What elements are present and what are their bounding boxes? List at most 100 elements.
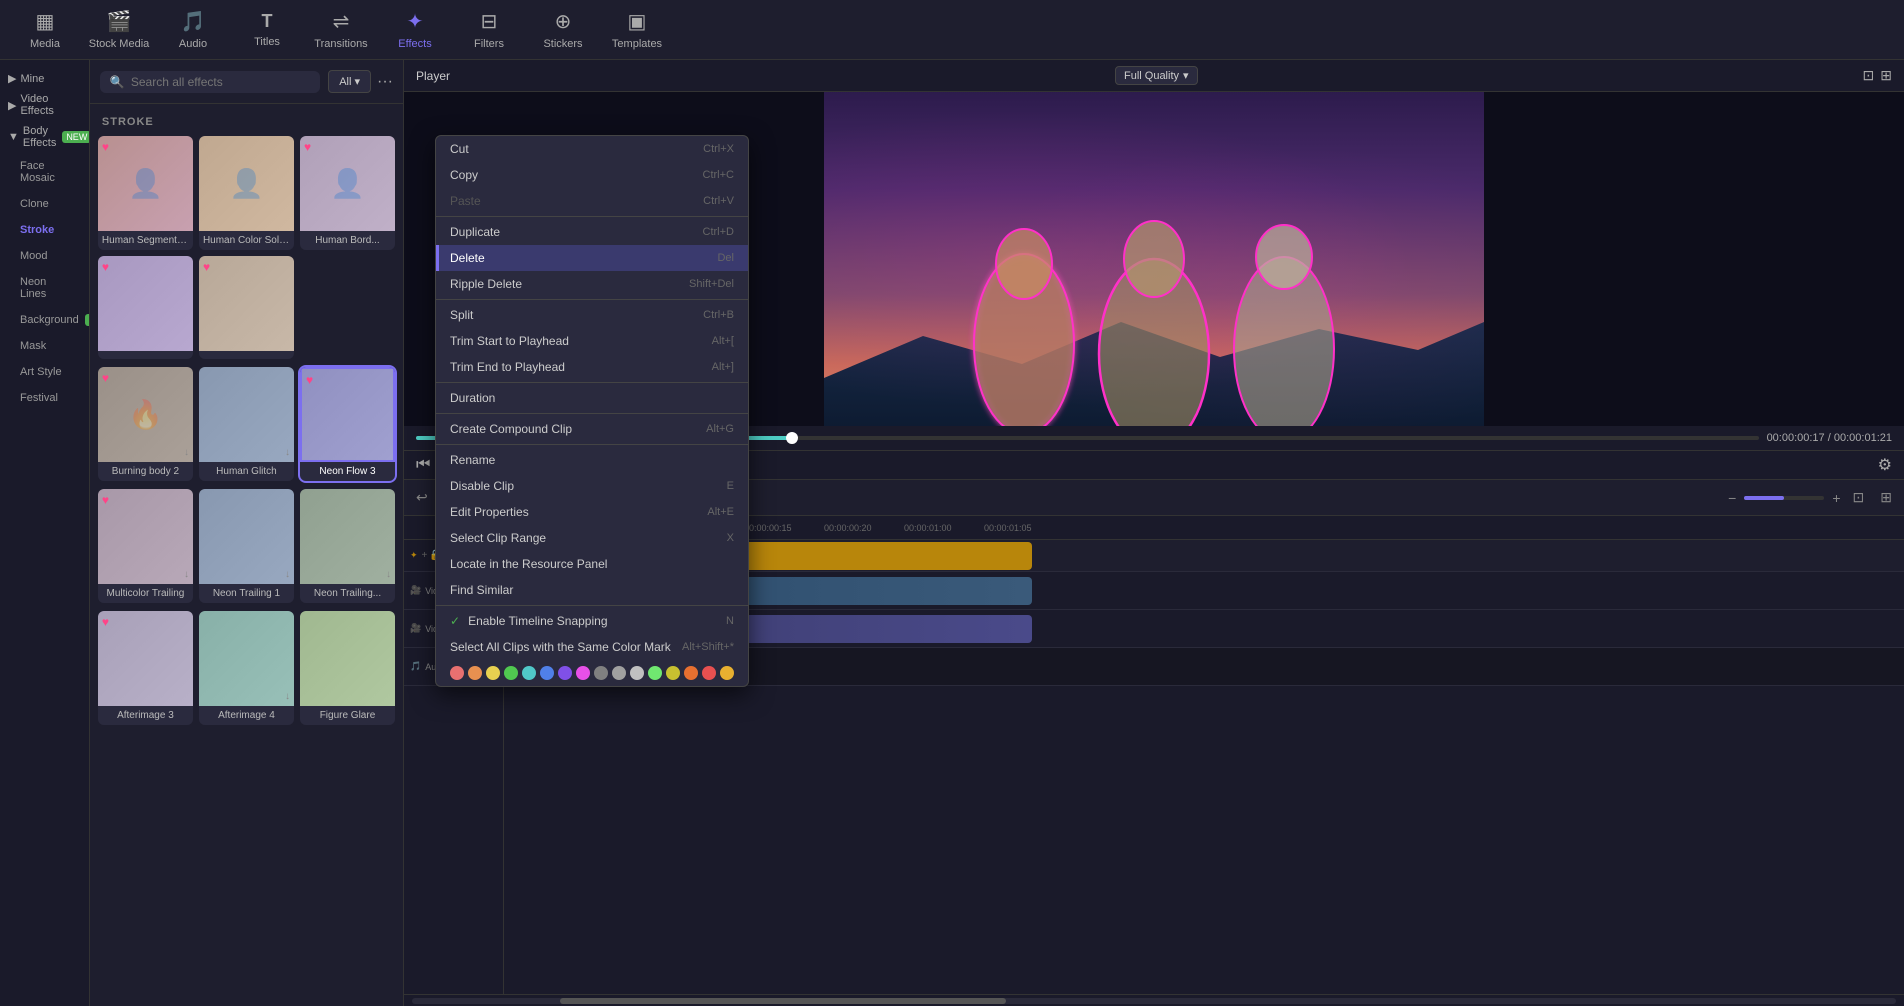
- section-stroke-label: STROKE: [98, 112, 395, 136]
- section-mine[interactable]: ▶ Mine: [0, 68, 89, 89]
- ctx-disable[interactable]: Disable Clip E: [436, 473, 748, 499]
- left-item-neon-lines[interactable]: Neon Lines: [4, 270, 85, 306]
- th-add-icon[interactable]: +: [422, 550, 428, 561]
- color-dot-gold[interactable]: [666, 666, 680, 680]
- ctx-duplicate[interactable]: Duplicate Ctrl+D: [436, 219, 748, 245]
- toolbar-transitions[interactable]: ⇌ Transitions: [306, 2, 376, 58]
- player-skip-back-btn[interactable]: ⏮: [416, 456, 430, 474]
- color-dot-magenta[interactable]: [576, 666, 590, 680]
- ctx-locate[interactable]: Locate in the Resource Panel: [436, 551, 748, 577]
- left-item-mask[interactable]: Mask: [4, 334, 85, 358]
- section-video-effects[interactable]: ▶ Video Effects: [0, 89, 89, 121]
- left-item-art-style[interactable]: Art Style: [4, 360, 85, 384]
- effect-card-neon-trailing-x[interactable]: ↓ Neon Trailing...: [300, 489, 395, 603]
- ctx-sep-5: [436, 444, 748, 445]
- effect-card-human-color[interactable]: 👤 Human Color Solution: [199, 136, 294, 250]
- effect-card-human-segmentation[interactable]: ♥ 👤 Human Segmentation: [98, 136, 193, 250]
- filter-all-button[interactable]: All ▾: [328, 70, 371, 93]
- toolbar-audio[interactable]: 🎵 Audio: [158, 2, 228, 58]
- tl-grid-btn[interactable]: ⊞: [1876, 487, 1896, 508]
- effect-heart-icon-4: ♥: [102, 260, 109, 274]
- tl-undo-btn[interactable]: ↩: [412, 487, 432, 508]
- effect-card-afterimage-4[interactable]: ↓ Afterimage 4: [199, 611, 294, 725]
- left-item-festival[interactable]: Festival: [4, 386, 85, 410]
- color-dot-gray2[interactable]: [612, 666, 626, 680]
- ctx-compound[interactable]: Create Compound Clip Alt+G: [436, 416, 748, 442]
- ctx-ripple-delete[interactable]: Ripple Delete Shift+Del: [436, 271, 748, 297]
- player-quality-dropdown[interactable]: Full Quality ▾: [1115, 66, 1198, 85]
- color-dot-blue[interactable]: [540, 666, 554, 680]
- ctx-split[interactable]: Split Ctrl+B: [436, 302, 748, 328]
- effect-card-afterimage-3[interactable]: ♥ Afterimage 3: [98, 611, 193, 725]
- left-item-background[interactable]: Background NEW: [4, 308, 85, 332]
- left-item-mood[interactable]: Mood: [4, 244, 85, 268]
- color-dot-pink[interactable]: [450, 666, 464, 680]
- ctx-cut[interactable]: Cut Ctrl+X: [436, 136, 748, 162]
- player-settings-btn[interactable]: ⚙: [1878, 455, 1892, 475]
- color-dot-red[interactable]: [702, 666, 716, 680]
- toolbar-filters[interactable]: ⊟ Filters: [454, 2, 524, 58]
- color-dot-gray3[interactable]: [630, 666, 644, 680]
- effect-card-neon-trailing-1[interactable]: ↓ Neon Trailing 1: [199, 489, 294, 603]
- toolbar-templates[interactable]: ▣ Templates: [602, 2, 672, 58]
- color-dot-gold2[interactable]: [720, 666, 734, 680]
- scrubber-handle[interactable]: [786, 432, 798, 444]
- ctx-dup-shortcut: Ctrl+D: [703, 226, 734, 238]
- color-dot-amber[interactable]: [684, 666, 698, 680]
- toolbar-stickers[interactable]: ⊕ Stickers: [528, 2, 598, 58]
- color-dot-purple[interactable]: [558, 666, 572, 680]
- player-fullscreen-btn[interactable]: ⊞: [1880, 67, 1892, 84]
- player-preview: [824, 92, 1484, 426]
- timeline-scrollbar[interactable]: [412, 998, 1896, 1004]
- toolbar-stock-media[interactable]: 🎬 Stock Media: [84, 2, 154, 58]
- effect-card-4[interactable]: ♥: [98, 256, 193, 359]
- ctx-color-mark[interactable]: Select All Clips with the Same Color Mar…: [436, 634, 748, 660]
- effect-card-human-glitch[interactable]: ↓ Human Glitch: [199, 367, 294, 481]
- left-item-stroke[interactable]: Stroke: [4, 218, 85, 242]
- effect-card-multicolor[interactable]: ♥ ↓ Multicolor Trailing: [98, 489, 193, 603]
- tl-zoom-track[interactable]: [1744, 496, 1824, 500]
- effect-name-human-bord: Human Bord...: [300, 231, 395, 250]
- effect-card-5[interactable]: ♥: [199, 256, 294, 359]
- section-body-effects[interactable]: ▼ Body Effects NEW: [0, 121, 89, 153]
- toolbar-effects[interactable]: ✦ Effects: [380, 2, 450, 58]
- ctx-rename[interactable]: Rename: [436, 447, 748, 473]
- ctx-delete[interactable]: Delete Del: [436, 245, 748, 271]
- player-minimize-btn[interactable]: ⊡: [1863, 67, 1875, 84]
- color-dot-green[interactable]: [504, 666, 518, 680]
- effect-name-4: [98, 351, 193, 359]
- effect-card-human-bord[interactable]: ♥ 👤 Human Bord...: [300, 136, 395, 250]
- video2-icon: 🎥: [410, 585, 421, 596]
- color-dot-gray1[interactable]: [594, 666, 608, 680]
- color-dot-orange[interactable]: [468, 666, 482, 680]
- ctx-trim-start[interactable]: Trim Start to Playhead Alt+[: [436, 328, 748, 354]
- toolbar-titles[interactable]: T Titles: [232, 2, 302, 58]
- search-input-wrap[interactable]: 🔍: [100, 71, 320, 93]
- left-item-clone[interactable]: Clone: [4, 192, 85, 216]
- ctx-properties[interactable]: Edit Properties Alt+E: [436, 499, 748, 525]
- effect-card-neon-flow-3[interactable]: ♥ Neon Flow 3: [300, 367, 395, 481]
- color-dot-yellow[interactable]: [486, 666, 500, 680]
- more-options-button[interactable]: ···: [377, 73, 393, 91]
- ctx-snapping[interactable]: ✓ Enable Timeline Snapping N: [436, 608, 748, 634]
- color-dot-lime[interactable]: [648, 666, 662, 680]
- context-menu: Cut Ctrl+X Copy Ctrl+C Paste Ctrl+V Dupl…: [435, 135, 749, 687]
- search-input[interactable]: [131, 75, 310, 89]
- tl-zoom-out-btn[interactable]: −: [1724, 488, 1740, 508]
- tl-zoom-in-btn[interactable]: +: [1828, 488, 1844, 508]
- tl-fit-btn[interactable]: ⊡: [1849, 487, 1869, 508]
- ctx-trim-end[interactable]: Trim End to Playhead Alt+]: [436, 354, 748, 380]
- effect-card-burning[interactable]: ♥ 🔥 ↓ Burning body 2: [98, 367, 193, 481]
- ctx-find-similar[interactable]: Find Similar: [436, 577, 748, 603]
- ctx-ripple-shortcut: Shift+Del: [689, 278, 734, 290]
- ctx-cut-shortcut: Ctrl+X: [703, 143, 734, 155]
- ctx-duration[interactable]: Duration: [436, 385, 748, 411]
- effect-card-figure-glare[interactable]: Figure Glare: [300, 611, 395, 725]
- left-item-face-mosaic[interactable]: Face Mosaic: [4, 154, 85, 190]
- search-icon: 🔍: [110, 75, 125, 89]
- toolbar-media[interactable]: ▦ Media: [10, 2, 80, 58]
- ruler-t3: 00:00:00:15: [744, 523, 792, 533]
- ctx-copy[interactable]: Copy Ctrl+C: [436, 162, 748, 188]
- color-dot-teal[interactable]: [522, 666, 536, 680]
- ctx-clip-range[interactable]: Select Clip Range X: [436, 525, 748, 551]
